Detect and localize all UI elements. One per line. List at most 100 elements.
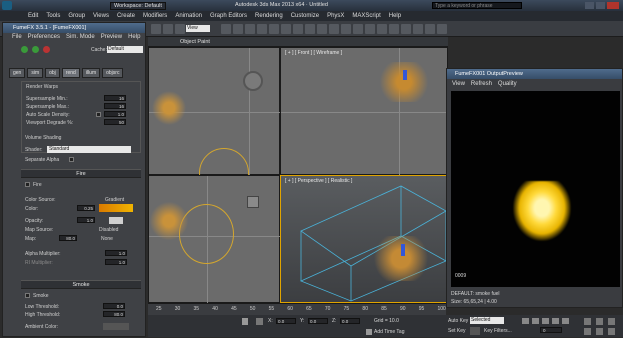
opacity-field[interactable]: 1.0	[77, 217, 95, 223]
map-field[interactable]: 80.0	[59, 235, 77, 241]
maximize-button[interactable]	[596, 2, 605, 9]
go-to-start-icon[interactable]	[522, 318, 529, 324]
go-to-end-icon[interactable]	[562, 318, 569, 324]
set-key-button[interactable]: Set Key	[448, 328, 466, 334]
viewport-front-label[interactable]: [ + ] [ Front ] [ Wireframe ]	[285, 50, 342, 56]
select-region-icon[interactable]	[233, 24, 243, 34]
separate-alpha-checkbox[interactable]	[69, 157, 74, 162]
z-coord-field[interactable]: 0.0	[340, 318, 360, 324]
select-icon[interactable]	[221, 24, 231, 34]
material-editor-icon[interactable]	[401, 24, 411, 34]
fumefx-menu-preferences[interactable]: Preferences	[25, 33, 63, 41]
render-icon[interactable]	[437, 24, 447, 34]
menu-modifiers[interactable]: Modifiers	[139, 11, 171, 21]
selected-dropdown[interactable]: Selected	[470, 317, 504, 324]
object-paint-tab[interactable]: Object Paint	[180, 39, 210, 45]
current-frame-field[interactable]: 0	[540, 327, 562, 333]
preview-menu-view[interactable]: View	[449, 80, 468, 88]
menu-views[interactable]: Views	[89, 11, 113, 21]
viewport-left-top[interactable]	[148, 47, 281, 198]
fire-checkbox[interactable]	[25, 182, 30, 187]
x-coord-field[interactable]: 0.0	[276, 318, 296, 324]
menu-maxscript[interactable]: MAXScript	[348, 11, 384, 21]
add-time-tag-button[interactable]: Add Time Tag	[374, 329, 404, 335]
key-filters-button[interactable]: Key Filters...	[484, 328, 512, 334]
auto-scale-field[interactable]: 1.0	[104, 111, 126, 117]
redo-icon[interactable]	[163, 24, 173, 34]
menu-edit[interactable]: Edit	[24, 11, 42, 21]
supersample-min-field[interactable]: 16	[104, 95, 126, 101]
search-input[interactable]: Type a keyword or phrase	[432, 2, 522, 9]
opacity-curve-icon[interactable]	[109, 217, 123, 224]
maximize-viewport-icon[interactable]	[608, 328, 615, 335]
menu-customize[interactable]: Customize	[287, 11, 323, 21]
close-button[interactable]	[607, 2, 619, 9]
time-tag-icon[interactable]	[366, 329, 372, 335]
snap-icon[interactable]	[305, 24, 315, 34]
menu-graph-editors[interactable]: Graph Editors	[206, 11, 251, 21]
menu-group[interactable]: Group	[64, 11, 89, 21]
continue-icon[interactable]	[32, 46, 39, 53]
mirror-icon[interactable]	[341, 24, 351, 34]
tab-sim[interactable]: sim	[27, 68, 44, 78]
render-frame-icon[interactable]	[425, 24, 435, 34]
percent-snap-icon[interactable]	[329, 24, 339, 34]
tab-gen[interactable]: gen	[9, 68, 26, 78]
preview-menu-refresh[interactable]: Refresh	[468, 80, 495, 88]
align-icon[interactable]	[353, 24, 363, 34]
fumefx-menu-help[interactable]: Help	[125, 33, 143, 41]
key-icon[interactable]	[470, 327, 480, 335]
schematic-icon[interactable]	[389, 24, 399, 34]
tab-illum[interactable]: illum	[81, 68, 101, 78]
render-setup-icon[interactable]	[413, 24, 423, 34]
selection-filter-dropdown[interactable]: View	[186, 25, 210, 32]
play-animation-icon[interactable]	[542, 318, 549, 324]
fire-gradient-swatch[interactable]	[99, 204, 133, 212]
timeline-track[interactable]: 25 30 35 40 45 50 55 60 65 70 75 80 85 90 95 100	[148, 303, 446, 315]
tab-objsrc[interactable]: objsrc	[102, 68, 124, 78]
menu-animation[interactable]: Animation	[171, 11, 206, 21]
next-frame-icon[interactable]	[552, 318, 559, 324]
low-threshold-field[interactable]: 0.0	[103, 303, 125, 309]
viewport-degrade-field[interactable]: 50	[104, 119, 126, 125]
viewport-nav-icon[interactable]	[584, 318, 591, 325]
preview-menu-quality[interactable]: Quality	[495, 80, 520, 88]
helper-icon[interactable]	[243, 71, 263, 91]
orbit-icon[interactable]	[584, 328, 591, 335]
shader-dropdown[interactable]: Standard	[47, 146, 131, 153]
stop-icon[interactable]	[43, 46, 50, 53]
viewport-left-bottom[interactable]	[148, 175, 281, 304]
y-coord-field[interactable]: 0.0	[308, 318, 328, 324]
color-field[interactable]: 0.25	[77, 205, 95, 211]
auto-key-button[interactable]: Auto Key	[448, 318, 468, 324]
high-threshold-field[interactable]: 80.0	[103, 311, 125, 317]
rotate-icon[interactable]	[257, 24, 267, 34]
fumefx-menu-sim-mode[interactable]: Sim. Mode	[63, 33, 98, 41]
play-icon[interactable]	[21, 46, 28, 53]
pivot-icon[interactable]	[293, 24, 303, 34]
fumefx-menu-preview[interactable]: Preview	[98, 33, 125, 41]
move-icon[interactable]	[245, 24, 255, 34]
tab-rend[interactable]: rend	[61, 68, 80, 78]
menu-rendering[interactable]: Rendering	[251, 11, 287, 21]
auto-scale-checkbox[interactable]	[96, 112, 101, 117]
field-of-view-icon[interactable]	[596, 328, 603, 335]
menu-physx[interactable]: PhysX	[323, 11, 348, 21]
fumefx-menu-file[interactable]: File	[9, 33, 25, 41]
tab-obj[interactable]: obj	[45, 68, 60, 78]
supersample-max-field[interactable]: 16	[104, 103, 126, 109]
layer-icon[interactable]	[365, 24, 375, 34]
viewport-front[interactable]: [ + ] [ Front ] [ Wireframe ]	[280, 47, 449, 176]
pan-icon[interactable]	[608, 318, 615, 325]
map-none-button[interactable]: None	[101, 236, 113, 242]
app-logo-icon[interactable]	[2, 1, 12, 10]
smoke-section-header[interactable]: Smoke	[21, 280, 141, 289]
angle-snap-icon[interactable]	[317, 24, 327, 34]
curve-editor-icon[interactable]	[377, 24, 387, 34]
previous-frame-icon[interactable]	[532, 318, 539, 324]
workspace-dropdown[interactable]: Workspace: Default	[110, 2, 166, 10]
scale-icon[interactable]	[269, 24, 279, 34]
lock-icon[interactable]	[242, 318, 248, 325]
menu-create[interactable]: Create	[113, 11, 139, 21]
viewport-perspective[interactable]: [ + ] [ Perspective ] [ Realistic ]	[280, 175, 448, 303]
